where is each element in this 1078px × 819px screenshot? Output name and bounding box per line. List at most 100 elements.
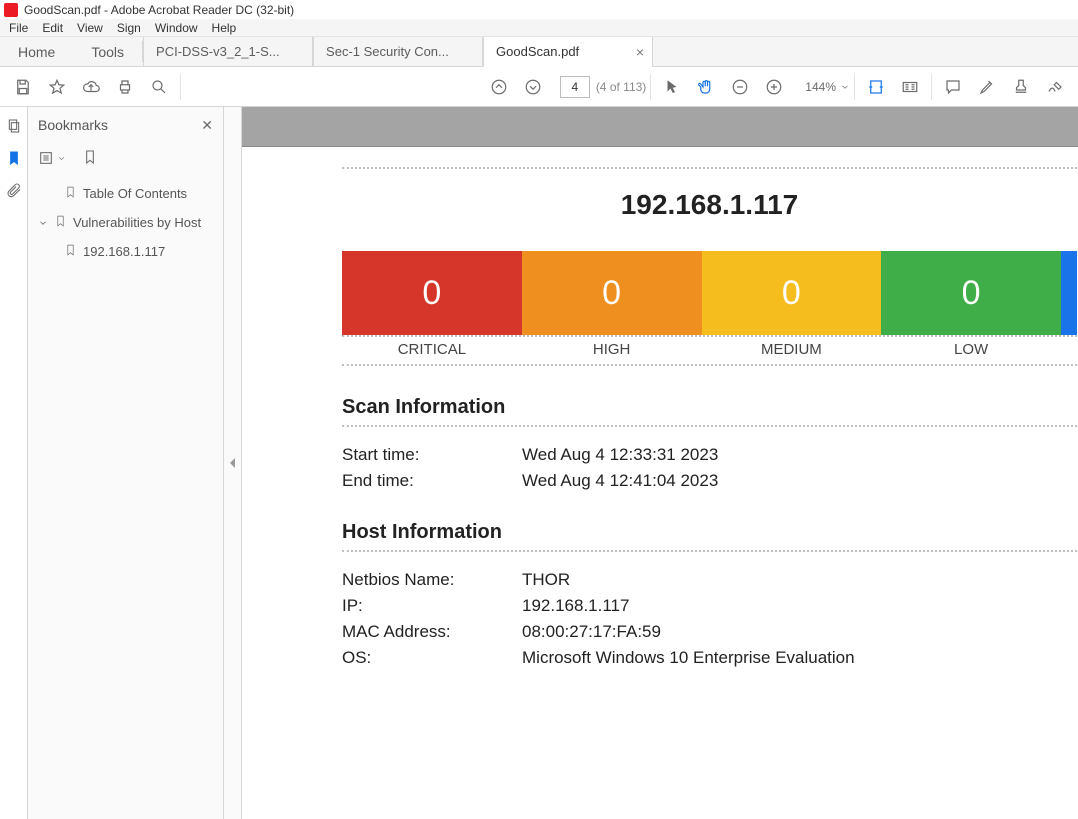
window-titlebar: GoodScan.pdf - Adobe Acrobat Reader DC (… bbox=[0, 0, 1078, 19]
page-count-label: (4 of 113) bbox=[596, 80, 646, 94]
page-down-icon[interactable] bbox=[516, 70, 550, 104]
highlight-icon[interactable] bbox=[970, 70, 1004, 104]
bookmark-icon bbox=[64, 185, 77, 202]
severity-count: 0 bbox=[782, 274, 801, 313]
document-view[interactable]: 192.168.1.117 0 0 0 0 bbox=[242, 107, 1078, 819]
severity-label: HIGH bbox=[522, 341, 702, 358]
save-icon[interactable] bbox=[6, 70, 40, 104]
select-cursor-icon[interactable] bbox=[655, 70, 689, 104]
chevron-down-icon bbox=[840, 82, 850, 92]
stamp-icon[interactable] bbox=[1004, 70, 1038, 104]
search-icon[interactable] bbox=[142, 70, 176, 104]
zoom-value: 144% bbox=[805, 80, 836, 94]
severity-count: 0 bbox=[962, 274, 981, 313]
chevron-left-icon bbox=[230, 458, 235, 468]
dotted-divider bbox=[342, 364, 1077, 366]
menu-bar: File Edit View Sign Window Help bbox=[0, 19, 1078, 37]
bookmarks-icon[interactable] bbox=[5, 149, 23, 167]
doctab-label: PCI-DSS-v3_2_1-S... bbox=[156, 44, 280, 59]
page-up-icon[interactable] bbox=[482, 70, 516, 104]
start-time-label: Start time: bbox=[342, 445, 522, 465]
doctab-goodscan[interactable]: GoodScan.pdf × bbox=[483, 37, 653, 67]
tab-tools[interactable]: Tools bbox=[73, 37, 142, 66]
menu-file[interactable]: File bbox=[2, 21, 35, 35]
tab-home[interactable]: Home bbox=[0, 37, 73, 66]
page-number-input[interactable] bbox=[560, 76, 590, 98]
bookmark-label: 192.168.1.117 bbox=[83, 244, 165, 259]
main-area: Bookmarks ✕ Table Of Contents Vulnerabil… bbox=[0, 107, 1078, 819]
bookmark-toc[interactable]: Table Of Contents bbox=[34, 179, 217, 208]
pdf-page: 192.168.1.117 0 0 0 0 bbox=[242, 147, 1078, 819]
cloud-upload-icon[interactable] bbox=[74, 70, 108, 104]
toolbar-separator bbox=[650, 74, 651, 100]
severity-count: 0 bbox=[602, 274, 621, 313]
severity-labels: CRITICAL HIGH MEDIUM LOW bbox=[342, 341, 1077, 358]
bookmark-label: Vulnerabilities by Host bbox=[73, 215, 201, 230]
section-host-info: Host Information bbox=[342, 521, 1077, 544]
bookmarks-panel: Bookmarks ✕ Table Of Contents Vulnerabil… bbox=[28, 107, 224, 819]
menu-window[interactable]: Window bbox=[148, 21, 205, 35]
ip-label: IP: bbox=[342, 596, 522, 616]
menu-view[interactable]: View bbox=[70, 21, 110, 35]
doctab-label: Sec-1 Security Con... bbox=[326, 44, 449, 59]
bookmarks-title: Bookmarks bbox=[38, 117, 108, 133]
bookmark-label: Table Of Contents bbox=[83, 186, 187, 201]
dotted-divider bbox=[342, 425, 1077, 427]
acrobat-icon bbox=[4, 3, 18, 17]
sign-icon[interactable] bbox=[1038, 70, 1072, 104]
scan-info-table: Start time: Wed Aug 4 12:33:31 2023 End … bbox=[342, 445, 1077, 491]
severity-label: LOW bbox=[881, 341, 1061, 358]
read-mode-icon[interactable] bbox=[893, 70, 927, 104]
panel-collapse-handle[interactable] bbox=[224, 107, 242, 819]
netbios-label: Netbios Name: bbox=[342, 570, 522, 590]
severity-high: 0 bbox=[522, 251, 702, 335]
ip-value: 192.168.1.117 bbox=[522, 596, 1077, 616]
chevron-down-icon[interactable] bbox=[38, 218, 48, 228]
os-label: OS: bbox=[342, 648, 522, 668]
star-icon[interactable] bbox=[40, 70, 74, 104]
attachments-icon[interactable] bbox=[5, 181, 23, 199]
left-rail bbox=[0, 107, 28, 819]
severity-medium: 0 bbox=[702, 251, 882, 335]
find-bookmark-icon[interactable] bbox=[82, 149, 98, 168]
window-title: GoodScan.pdf - Adobe Acrobat Reader DC (… bbox=[24, 3, 294, 17]
severity-label: MEDIUM bbox=[702, 341, 882, 358]
dotted-divider bbox=[342, 335, 1077, 337]
bookmark-icon bbox=[64, 243, 77, 260]
previous-page-edge bbox=[242, 107, 1078, 147]
bookmarks-toolbar bbox=[28, 143, 223, 173]
doctab-label: GoodScan.pdf bbox=[496, 44, 579, 59]
close-panel-icon[interactable]: ✕ bbox=[201, 117, 213, 134]
app-tab-bar: Home Tools PCI-DSS-v3_2_1-S... Sec-1 Sec… bbox=[0, 37, 1078, 67]
section-scan-info: Scan Information bbox=[342, 396, 1077, 419]
hand-pan-icon[interactable] bbox=[689, 70, 723, 104]
toolbar-separator bbox=[854, 74, 855, 100]
bookmark-icon bbox=[54, 214, 67, 231]
comment-icon[interactable] bbox=[936, 70, 970, 104]
zoom-out-icon[interactable] bbox=[723, 70, 757, 104]
zoom-in-icon[interactable] bbox=[757, 70, 791, 104]
bookmark-options-icon[interactable] bbox=[38, 150, 66, 166]
severity-count: 0 bbox=[422, 274, 441, 313]
doctab-pci[interactable]: PCI-DSS-v3_2_1-S... bbox=[143, 37, 313, 66]
menu-sign[interactable]: Sign bbox=[110, 21, 148, 35]
severity-info-edge bbox=[1061, 251, 1077, 335]
fit-width-icon[interactable] bbox=[859, 70, 893, 104]
severity-low: 0 bbox=[881, 251, 1061, 335]
doctab-sec1[interactable]: Sec-1 Security Con... bbox=[313, 37, 483, 66]
menu-help[interactable]: Help bbox=[205, 21, 244, 35]
zoom-level[interactable]: 144% bbox=[805, 80, 850, 94]
print-icon[interactable] bbox=[108, 70, 142, 104]
bookmark-vuln-by-host[interactable]: Vulnerabilities by Host bbox=[34, 208, 217, 237]
menu-edit[interactable]: Edit bbox=[35, 21, 70, 35]
mac-value: 08:00:27:17:FA:59 bbox=[522, 622, 1077, 642]
end-time-label: End time: bbox=[342, 471, 522, 491]
thumbnails-icon[interactable] bbox=[5, 117, 23, 135]
close-icon[interactable]: × bbox=[636, 44, 644, 60]
dotted-divider bbox=[342, 167, 1077, 169]
severity-label: CRITICAL bbox=[342, 341, 522, 358]
start-time-value: Wed Aug 4 12:33:31 2023 bbox=[522, 445, 1077, 465]
bookmark-host-ip[interactable]: 192.168.1.117 bbox=[34, 237, 217, 266]
mac-label: MAC Address: bbox=[342, 622, 522, 642]
main-toolbar: (4 of 113) 144% bbox=[0, 67, 1078, 107]
